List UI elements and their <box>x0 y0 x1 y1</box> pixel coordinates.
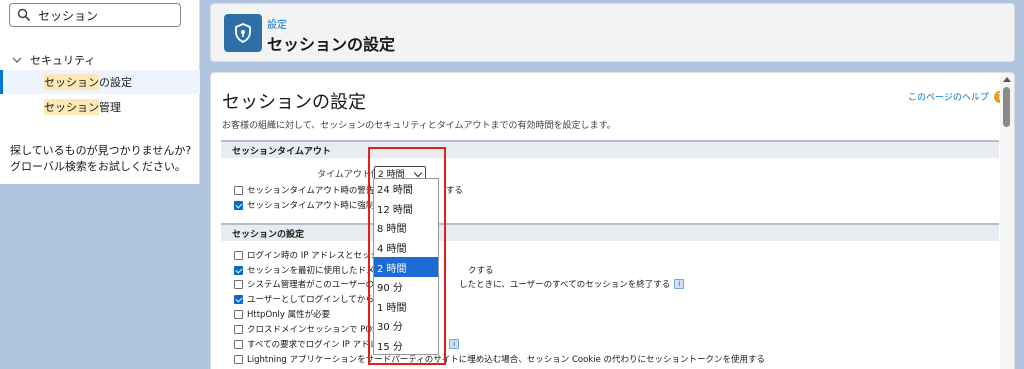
checkbox[interactable] <box>234 250 243 260</box>
section-title: セッションの設定 <box>222 92 366 113</box>
page-help-link[interactable]: このページのヘルプ ? <box>908 90 1006 103</box>
option-label-tail: クする <box>468 266 494 276</box>
checkbox[interactable] <box>234 324 243 334</box>
setup-sidebar: セッション セキュリティ セッション の設定 セッション 管理 探しているものが見つ… <box>0 0 200 184</box>
checkbox[interactable] <box>234 339 243 349</box>
scroll-up-arrow-icon[interactable] <box>1003 77 1011 82</box>
breadcrumb[interactable]: 設定 <box>267 16 287 31</box>
search-match-highlight: セッション <box>44 74 99 90</box>
tree-item-session-management[interactable]: セッション 管理 <box>0 95 200 119</box>
page-description: お客様の組織に対して、セッションのセキュリティとタイムアウトまでの有効時間を設定… <box>222 121 616 131</box>
option-label: Lightning アプリケーションをサードパーティのサイトに埋め込む場合、セッ… <box>247 355 766 365</box>
session-settings-panel: セッションの設定 このページのヘルプ ? お客様の組織に対して、セッションのセキ… <box>210 72 1015 369</box>
page-header: 設定 セッションの設定 <box>210 3 1015 62</box>
checkbox[interactable] <box>234 354 243 364</box>
info-icon[interactable]: i <box>449 339 460 349</box>
help-link-label: このページのヘルプ <box>908 93 989 103</box>
option-label: HttpOnly 属性が必要 <box>247 310 331 320</box>
option-terminate-on-password-reset[interactable]: システム管理者がこのユーザーのパス したときに、ユーザーのすべてのセッションを終… <box>234 278 685 290</box>
tree-item-label: の設定 <box>99 76 132 89</box>
tree-node-label: セキュリティ <box>30 54 96 67</box>
checkbox[interactable] <box>234 185 243 195</box>
checkbox[interactable] <box>234 200 243 210</box>
setup-shield-icon <box>224 14 262 52</box>
quick-find-input[interactable]: セッション <box>9 3 181 27</box>
checkbox[interactable] <box>234 265 243 275</box>
page-title: セッションの設定 <box>267 35 396 54</box>
vertical-scrollbar[interactable] <box>1000 73 1014 369</box>
section-header-session-settings: セッションの設定 <box>221 223 999 241</box>
tree-node-security[interactable]: セキュリティ <box>12 52 95 68</box>
annotation-highlight-box <box>368 147 446 365</box>
not-found-line1: 探しているものが見つかりませんか? <box>10 144 192 157</box>
checkbox[interactable] <box>234 294 243 304</box>
option-lock-session-to-domain[interactable]: セッションを最初に使用したドメインに クする <box>234 264 494 276</box>
option-label-tail: したときに、ユーザーのすべてのセッションを終了する <box>459 280 671 290</box>
chevron-down-icon[interactable] <box>12 55 22 65</box>
option-lightning-session-token[interactable]: Lightning アプリケーションをサードパーティのサイトに埋め込む場合、セッ… <box>234 353 765 365</box>
scrollbar-thumb[interactable] <box>1003 87 1010 127</box>
tree-item-label: 管理 <box>99 101 121 114</box>
option-label-tail: する <box>445 186 463 196</box>
shield-icon <box>235 23 251 43</box>
not-found-line2: グローバル検索をお試しください。 <box>10 160 186 173</box>
checkbox[interactable] <box>234 309 243 319</box>
option-require-httponly[interactable]: HttpOnly 属性が必要 <box>234 308 330 320</box>
search-icon <box>17 8 31 22</box>
info-icon[interactable]: i <box>674 279 685 289</box>
quick-find-value: セッション <box>38 8 99 23</box>
section-header-session-timeout: セッションタイムアウト <box>221 140 999 158</box>
checkbox[interactable] <box>234 279 243 289</box>
search-match-highlight: セッション <box>44 99 99 115</box>
not-found-hint: 探しているものが見つかりませんか? グローバル検索をお試しください。 <box>10 143 195 175</box>
tree-item-session-settings[interactable]: セッション の設定 <box>0 70 200 94</box>
